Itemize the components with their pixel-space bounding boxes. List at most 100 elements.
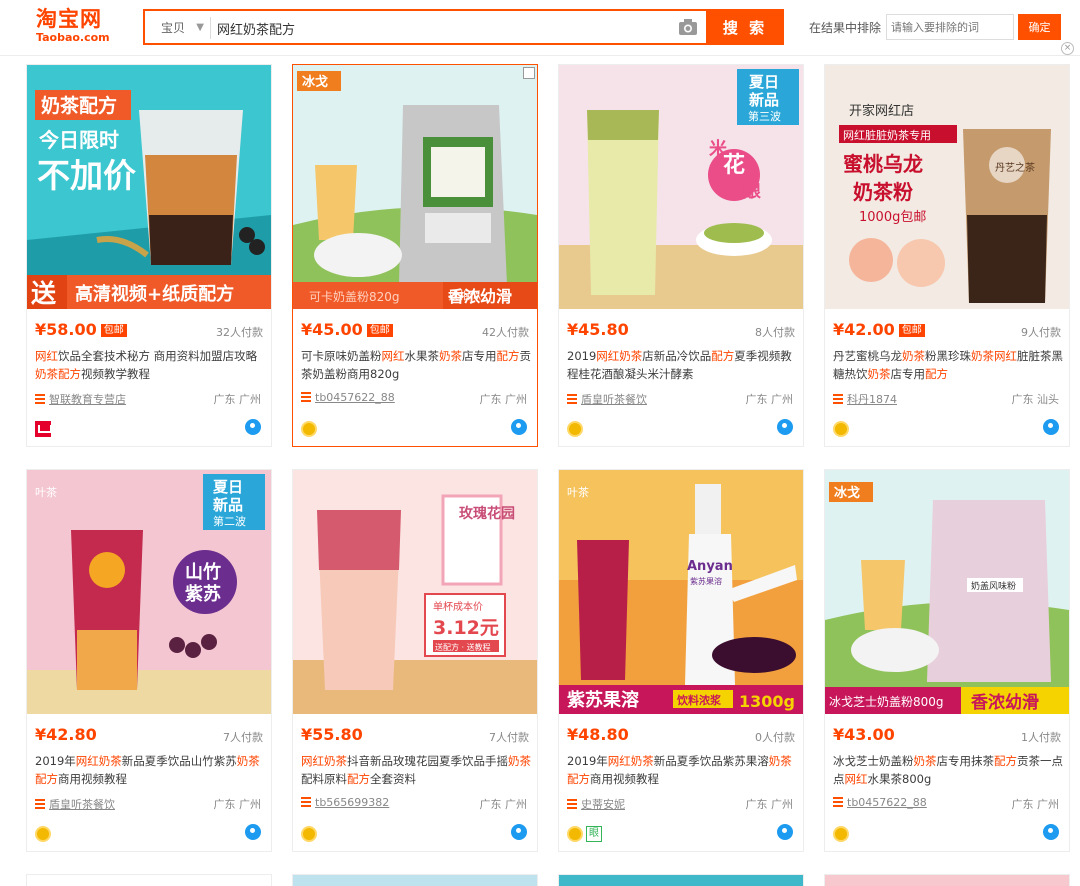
img-weight: 1300g xyxy=(739,692,795,711)
wangwang-chat-icon[interactable] xyxy=(245,824,261,840)
image-corner-icon[interactable] xyxy=(523,67,535,79)
shop-name[interactable]: tb565699382 xyxy=(315,796,389,809)
title-text: 配料原料 xyxy=(301,772,347,786)
img-brand: 冰戈 xyxy=(302,74,328,90)
wangwang-chat-icon[interactable] xyxy=(511,824,527,840)
product-image[interactable]: 开家网红店 网红脏脏奶茶专用 蜜桃乌龙 奶茶粉 1000g包邮 丹艺之茶 xyxy=(825,65,1069,309)
product-title[interactable]: 冰戈芝士奶盖粉奶茶店专用抹茶配方贡茶一点点网红水果茶800g xyxy=(833,752,1065,790)
wangwang-chat-icon[interactable] xyxy=(777,419,793,435)
wangwang-chat-icon[interactable] xyxy=(1043,419,1059,435)
product-card[interactable]: 冰戈 奶盖风味粉 冰戈芝士奶盖粉800g 香浓幼滑 ¥43.00 1人付款 冰戈… xyxy=(824,469,1070,852)
badges xyxy=(35,418,265,437)
shop-name[interactable]: tb0457622_88 xyxy=(847,796,927,809)
search-category-label: 宝贝 xyxy=(161,21,186,35)
product-card-peek[interactable] xyxy=(558,874,804,886)
shop-name[interactable]: 盾皇听茶餐饮 xyxy=(581,393,647,406)
logo-text-cn: 淘宝网 xyxy=(36,7,102,31)
price-row: ¥55.80 7人付款 xyxy=(301,725,531,747)
product-image[interactable]: 叶茶 Anyan 紫苏果溶 紫苏果溶 饮料浓浆 1300g xyxy=(559,470,803,714)
search-input[interactable] xyxy=(217,15,667,41)
product-title[interactable]: 2019年网红奶茶新品夏季饮品山竹紫苏奶茶配方商用视频教程 xyxy=(35,752,267,790)
product-title[interactable]: 可卡原味奶盖粉网红水果茶奶茶店专用配方贡茶奶盖粉商用820g xyxy=(301,347,533,385)
title-keyword: 奶茶 xyxy=(619,349,643,363)
title-keyword: 配方 xyxy=(925,367,948,381)
title-keyword: 奶茶 xyxy=(902,349,925,363)
shop-name[interactable]: 盾皇听茶餐饮 xyxy=(49,798,115,811)
sales-count: 0人付款 xyxy=(755,731,795,744)
shop-row: 科丹1874 广东 汕头 xyxy=(833,391,1063,407)
title-keyword: 配方 xyxy=(496,349,520,363)
product-image[interactable]: 玫瑰花园 单杯成本价 3.12元 送配方 · 送教程 xyxy=(293,470,537,714)
gold-seller-badge-icon[interactable] xyxy=(567,825,583,842)
close-icon[interactable]: × xyxy=(1061,42,1074,55)
img-banner-right: 香浓幼滑 xyxy=(971,692,1039,713)
find-similar-button[interactable]: 找相似 xyxy=(448,287,481,303)
shop-icon xyxy=(833,797,843,807)
product-title[interactable]: 丹艺蜜桃乌龙奶茶粉黑珍珠奶茶网红脏脏茶黑糖热饮奶茶店专用配方 xyxy=(833,347,1065,385)
img-text-line2: 今日限时 xyxy=(39,128,119,152)
shop-row: 盾皇听茶餐饮 广东 广州 xyxy=(35,796,265,812)
title-keyword: 奶茶网红 xyxy=(971,349,1017,363)
verified-badge-icon[interactable]: 眼 xyxy=(586,825,602,842)
price: ¥45.00 xyxy=(301,320,363,339)
product-card[interactable]: 玫瑰花园 单杯成本价 3.12元 送配方 · 送教程 ¥55.80 7人付款 网… xyxy=(292,469,538,852)
gold-seller-badge-icon[interactable] xyxy=(301,420,317,437)
img-tag1: 夏日 xyxy=(212,478,243,496)
img-name3: 花 xyxy=(723,152,745,178)
sales-count: 8人付款 xyxy=(755,326,795,339)
title-keyword: 网红 xyxy=(381,349,405,363)
wangwang-chat-icon[interactable] xyxy=(245,419,261,435)
product-card[interactable]: 开家网红店 网红脏脏奶茶专用 蜜桃乌龙 奶茶粉 1000g包邮 丹艺之茶 ¥42… xyxy=(824,64,1070,447)
title-text: 粉黑珍珠 xyxy=(925,349,971,363)
product-title[interactable]: 网红饮品全套技术秘方 商用资料加盟店攻略 奶茶配方视频教学教程 xyxy=(35,347,267,385)
product-card[interactable]: 奶茶配方 今日限时 不加价 送 高清视频+纸质配方 ¥58.00 包邮 32人付款… xyxy=(26,64,272,447)
product-image[interactable]: 冰戈 奶盖风味粉 冰戈芝士奶盖粉800g 香浓幼滑 xyxy=(825,470,1069,714)
title-keyword: 网红 xyxy=(75,754,99,768)
product-title[interactable]: 2019年网红奶茶新品夏季饮品紫苏果溶奶茶配方商用视频教程 xyxy=(567,752,799,790)
title-text: 抖音新品玫瑰花园夏季饮品手摇 xyxy=(347,754,508,768)
badges xyxy=(833,418,1063,437)
shop-name[interactable]: 史蒂安妮 xyxy=(581,798,625,811)
wangwang-chat-icon[interactable] xyxy=(1043,824,1059,840)
wangwang-chat-icon[interactable] xyxy=(777,824,793,840)
product-title[interactable]: 2019网红奶茶店新品冷饮品配方夏季视频教程桂花酒酿凝头米汁酵素 xyxy=(567,347,799,385)
taobao-logo[interactable]: 淘宝网 Taobao.com xyxy=(36,8,120,46)
gold-seller-badge-icon[interactable] xyxy=(833,420,849,437)
img-bottle: Anyan xyxy=(687,559,733,574)
exclude-input[interactable] xyxy=(886,14,1014,40)
search-button[interactable]: 搜 索 xyxy=(706,9,784,45)
tmall-badge-icon[interactable] xyxy=(35,420,52,437)
shop-name[interactable]: tb0457622_88 xyxy=(315,391,395,404)
product-card[interactable]: 冰戈 可卡奶盖粉820g 香浓幼滑 找相似 ¥45.00 包邮 42人付款 可卡原… xyxy=(292,64,538,447)
shop-row: 史蒂安妮 广东 广州 xyxy=(567,796,797,812)
exclude-confirm-button[interactable]: 确定 xyxy=(1018,14,1061,40)
product-title[interactable]: 网红奶茶抖音新品玫瑰花园夏季饮品手摇奶茶配料原料配方全套资料 xyxy=(301,752,533,790)
img-n1: 山竹 xyxy=(185,561,221,583)
product-card[interactable]: 叶茶 Anyan 紫苏果溶 紫苏果溶 饮料浓浆 1300g ¥48.80 0人付… xyxy=(558,469,804,852)
shop-name[interactable]: 智联教育专营店 xyxy=(49,393,126,406)
img-sub: 1000g包邮 xyxy=(859,210,926,225)
search-category-select[interactable]: 宝贝 ▼ xyxy=(151,17,211,39)
title-text: 视频教学教程 xyxy=(81,367,150,381)
title-keyword: 奶茶 xyxy=(324,754,347,768)
product-image[interactable]: 冰戈 可卡奶盖粉820g 香浓幼滑 找相似 xyxy=(293,65,537,309)
gold-seller-badge-icon[interactable] xyxy=(301,825,317,842)
wangwang-chat-icon[interactable] xyxy=(511,419,527,435)
product-card-peek[interactable] xyxy=(26,874,272,886)
top-search-bar: 淘宝网 Taobao.com 宝贝 ▼ 搜 索 在结果中排除 确定 × xyxy=(0,0,1080,56)
camera-icon[interactable] xyxy=(677,17,699,37)
product-image[interactable]: 叶茶 夏日 新品 第二波 山竹 紫苏 xyxy=(27,470,271,714)
product-card[interactable]: 叶茶 夏日 新品 第二波 山竹 紫苏 ¥42.80 7人付款 2019年网红奶茶… xyxy=(26,469,272,852)
shop-name[interactable]: 科丹1874 xyxy=(847,393,897,406)
product-image[interactable]: 夏日 新品 第三波 米 香 花 酿 xyxy=(559,65,803,309)
product-image[interactable]: 奶茶配方 今日限时 不加价 送 高清视频+纸质配方 xyxy=(27,65,271,309)
product-card[interactable]: 夏日 新品 第三波 米 香 花 酿 ¥45.80 8人付款 2019网红奶茶店新… xyxy=(558,64,804,447)
gold-seller-badge-icon[interactable] xyxy=(567,420,583,437)
gold-seller-badge-icon[interactable] xyxy=(833,825,849,842)
product-card-peek[interactable] xyxy=(292,874,538,886)
img-tag3: 第二波 xyxy=(213,514,246,528)
img-tag2: 新品 xyxy=(749,91,779,109)
product-card-peek[interactable] xyxy=(824,874,1070,886)
gold-seller-badge-icon[interactable] xyxy=(35,825,51,842)
title-text: 2019 xyxy=(567,349,597,363)
